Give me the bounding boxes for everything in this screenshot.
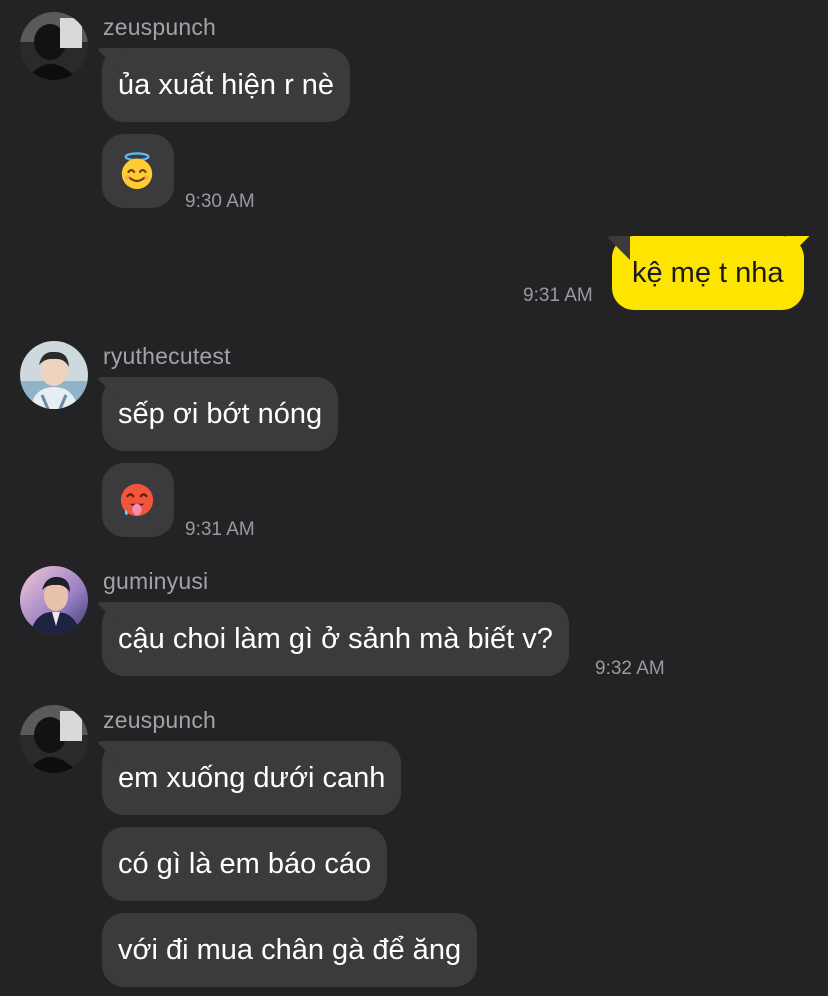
emoji-message-bubble[interactable] [102, 463, 174, 537]
user-avatar-icon [20, 12, 88, 80]
avatar-ryuthecutest[interactable] [20, 341, 88, 409]
avatar-guminyusi[interactable] [20, 566, 88, 634]
message-bubble[interactable]: cậu choi làm gì ở sảnh mà biết v? [102, 602, 569, 676]
hot-face-icon [120, 483, 154, 517]
message-timestamp: 9:31 AM [185, 519, 255, 540]
smiling-face-with-halo-icon [121, 152, 153, 190]
user-avatar-icon [20, 566, 88, 634]
sender-name: ryuthecutest [103, 343, 231, 369]
message-timestamp: 9:31 AM [523, 285, 593, 306]
sender-name: zeuspunch [103, 14, 217, 40]
message-bubble[interactable]: có gì là em báo cáo [102, 827, 388, 901]
outgoing-message-bubble[interactable]: kệ mẹ t nha [612, 236, 804, 310]
sender-name: guminyusi [103, 568, 209, 594]
emoji-message-bubble[interactable] [102, 134, 174, 208]
message-bubble[interactable]: ủa xuất hiện r nè [102, 48, 351, 122]
user-avatar-icon [20, 705, 88, 773]
user-avatar-icon [20, 341, 88, 409]
chat-thread: zeuspunch ủa xuất hiện r nè 9:30 AM 9:31… [0, 0, 828, 996]
message-bubble[interactable]: sếp ơi bớt nóng [102, 377, 339, 451]
message-timestamp: 9:30 AM [185, 191, 255, 212]
message-timestamp: 9:32 AM [595, 658, 665, 679]
avatar-zeuspunch[interactable] [20, 705, 88, 773]
message-bubble[interactable]: với đi mua chân gà để ăng [102, 913, 478, 987]
avatar-zeuspunch[interactable] [20, 12, 88, 80]
sender-name: zeuspunch [103, 707, 217, 733]
message-bubble[interactable]: em xuống dưới canh [102, 741, 402, 815]
